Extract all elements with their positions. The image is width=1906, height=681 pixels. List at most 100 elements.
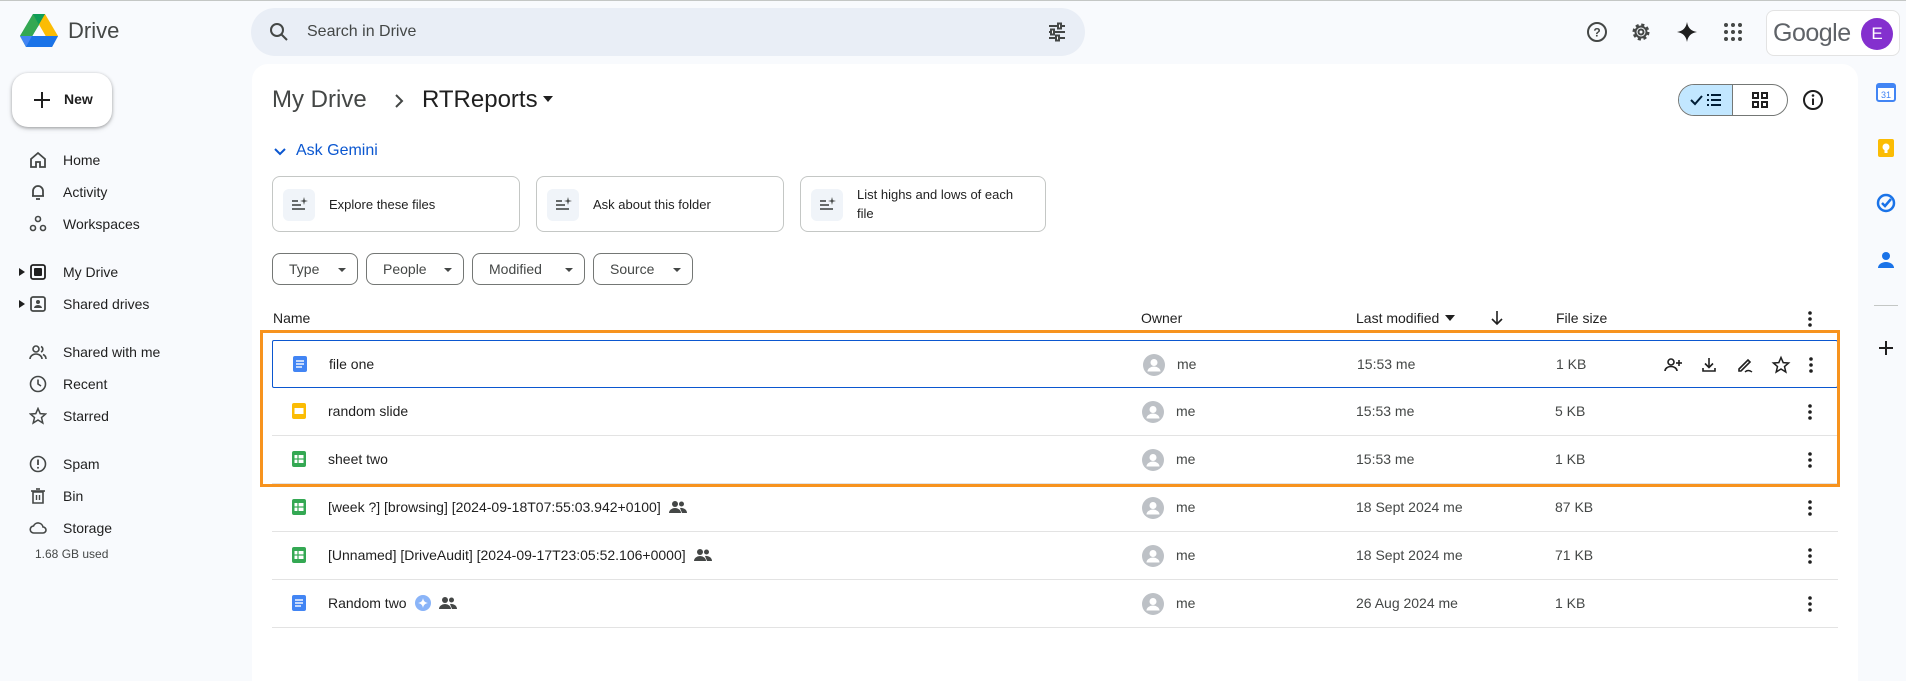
sidebar-item-home[interactable]: Home [0,144,240,176]
breadcrumb-current-folder[interactable]: RTReports [422,86,538,114]
sidebar-item-label: Bin [63,488,84,504]
new-button-label: New [64,91,93,107]
column-header-last-modified-label: Last modified [1356,310,1440,326]
owner-name: me [1176,547,1196,563]
svg-text:?: ? [1593,26,1600,40]
suggestion-label-line1: List highs and lows of each [857,187,1014,202]
settings-icon[interactable] [1629,20,1653,44]
contacts-icon[interactable] [1876,250,1896,270]
shared-drives-icon [30,296,46,312]
expand-caret-icon[interactable] [19,268,25,276]
svg-text:31: 31 [1881,90,1891,100]
sidebar-item-my-drive[interactable]: My Drive [0,256,240,288]
home-icon [30,151,46,168]
last-modified: 26 Aug 2024 me [1356,595,1458,611]
add-addon-icon[interactable] [1876,338,1896,358]
table-row[interactable]: [week ?] [browsing] [2024-09-18T07:55:03… [272,484,1838,532]
file-name-text: [week ?] [browsing] [2024-09-18T07:55:03… [328,499,661,515]
more-vert-icon[interactable] [1800,309,1820,329]
google-sheets-icon [292,547,306,563]
bell-icon [32,185,44,200]
grid-view-button[interactable] [1733,85,1787,115]
expand-caret-icon[interactable] [19,300,25,308]
chevron-down-icon [274,148,286,156]
column-header-last-modified[interactable]: Last modified [1356,310,1456,326]
suggestion-ask-folder[interactable]: Ask about this folder [536,176,784,232]
rail-divider [1874,305,1898,306]
file-name[interactable]: Random two [328,595,457,611]
dropdown-caret-icon [673,268,681,272]
dropdown-caret-icon [338,268,346,272]
search-bar[interactable] [251,8,1085,56]
file-name[interactable]: [week ?] [browsing] [2024-09-18T07:55:03… [328,499,687,515]
sidebar-item-label: Activity [63,184,108,200]
ask-gemini-toggle[interactable]: Ask Gemini [272,142,378,160]
file-name[interactable]: [Unnamed] [DriveAudit] [2024-09-17T23:05… [328,547,712,563]
sidebar-item-bin[interactable]: Bin [0,480,240,512]
suggestion-highs-lows[interactable]: List highs and lows of each file [800,176,1046,232]
clock-icon [29,375,47,393]
suggestion-explore-files[interactable]: Explore these files [272,176,520,232]
keep-icon[interactable] [1876,138,1896,158]
owner-avatar-icon [1142,593,1164,615]
top-border [0,0,1906,1]
gemini-icon[interactable] [1675,20,1699,44]
dropdown-caret-icon [565,268,573,272]
sidebar-item-workspaces[interactable]: Workspaces [0,208,240,240]
sidebar-item-storage[interactable]: Storage [0,512,240,544]
breadcrumb-my-drive[interactable]: My Drive [272,86,367,114]
dropdown-caret-icon [444,268,452,272]
apps-grid-icon[interactable] [1721,20,1745,44]
filter-type[interactable]: Type [272,253,358,285]
tasks-icon[interactable] [1876,193,1896,213]
column-header-owner[interactable]: Owner [1141,310,1182,326]
search-icon[interactable] [267,20,291,44]
sidebar-item-recent[interactable]: Recent [0,368,240,400]
sidebar-item-label: Recent [63,376,108,392]
list-view-button[interactable] [1679,85,1734,115]
account-switcher[interactable]: Google E [1766,10,1900,56]
sidebar-item-label: Storage [63,520,113,536]
filter-people-label: People [383,261,427,277]
more-vert-icon[interactable] [1800,546,1820,566]
more-vert-icon[interactable] [1800,498,1820,518]
chevron-right-icon [395,94,404,108]
sidebar-item-shared-drives[interactable]: Shared drives [0,288,240,320]
last-modified: 18 Sept 2024 me [1356,499,1463,515]
people-icon [29,345,47,360]
sort-menu-caret-icon [1445,315,1456,321]
sidebar-item-spam[interactable]: Spam [0,448,240,480]
new-button[interactable]: New [12,73,112,127]
drive-logo-icon [20,14,58,47]
drive-logo[interactable]: Drive [20,14,119,48]
more-vert-icon[interactable] [1800,594,1820,614]
calendar-icon[interactable]: 31 [1876,82,1896,102]
filter-people[interactable]: People [366,253,464,285]
search-input[interactable] [307,8,1007,56]
star-icon [29,407,47,425]
sidebar-item-activity[interactable]: Activity [0,176,240,208]
file-name-text: [Unnamed] [DriveAudit] [2024-09-17T23:05… [328,547,686,563]
sidebar-item-shared-with-me[interactable]: Shared with me [0,336,240,368]
table-row[interactable]: [Unnamed] [DriveAudit] [2024-09-17T23:05… [272,532,1838,580]
sidebar-item-label: Shared drives [63,296,150,312]
sort-direction-arrow-icon[interactable] [1488,309,1506,327]
column-header-file-size[interactable]: File size [1556,310,1607,326]
sparkle-list-icon [292,197,308,210]
info-icon[interactable] [1801,88,1825,112]
filter-source[interactable]: Source [593,253,693,285]
workspaces-icon [29,215,47,232]
view-toggle[interactable] [1678,84,1788,116]
search-options-icon[interactable] [1045,20,1069,44]
folder-menu-caret-icon[interactable] [542,95,554,103]
table-row[interactable]: Random two me 26 Aug 2024 me 1 KB [272,580,1838,628]
help-icon[interactable]: ? [1585,20,1609,44]
shared-people-icon [438,597,457,609]
google-wordmark: Google [1773,19,1851,47]
sparkle-list-icon [820,197,836,210]
gemini-summary-icon [414,595,431,611]
filter-modified[interactable]: Modified [472,253,585,285]
column-header-name[interactable]: Name [273,310,310,326]
sidebar-item-starred[interactable]: Starred [0,400,240,432]
account-avatar[interactable]: E [1861,18,1893,50]
